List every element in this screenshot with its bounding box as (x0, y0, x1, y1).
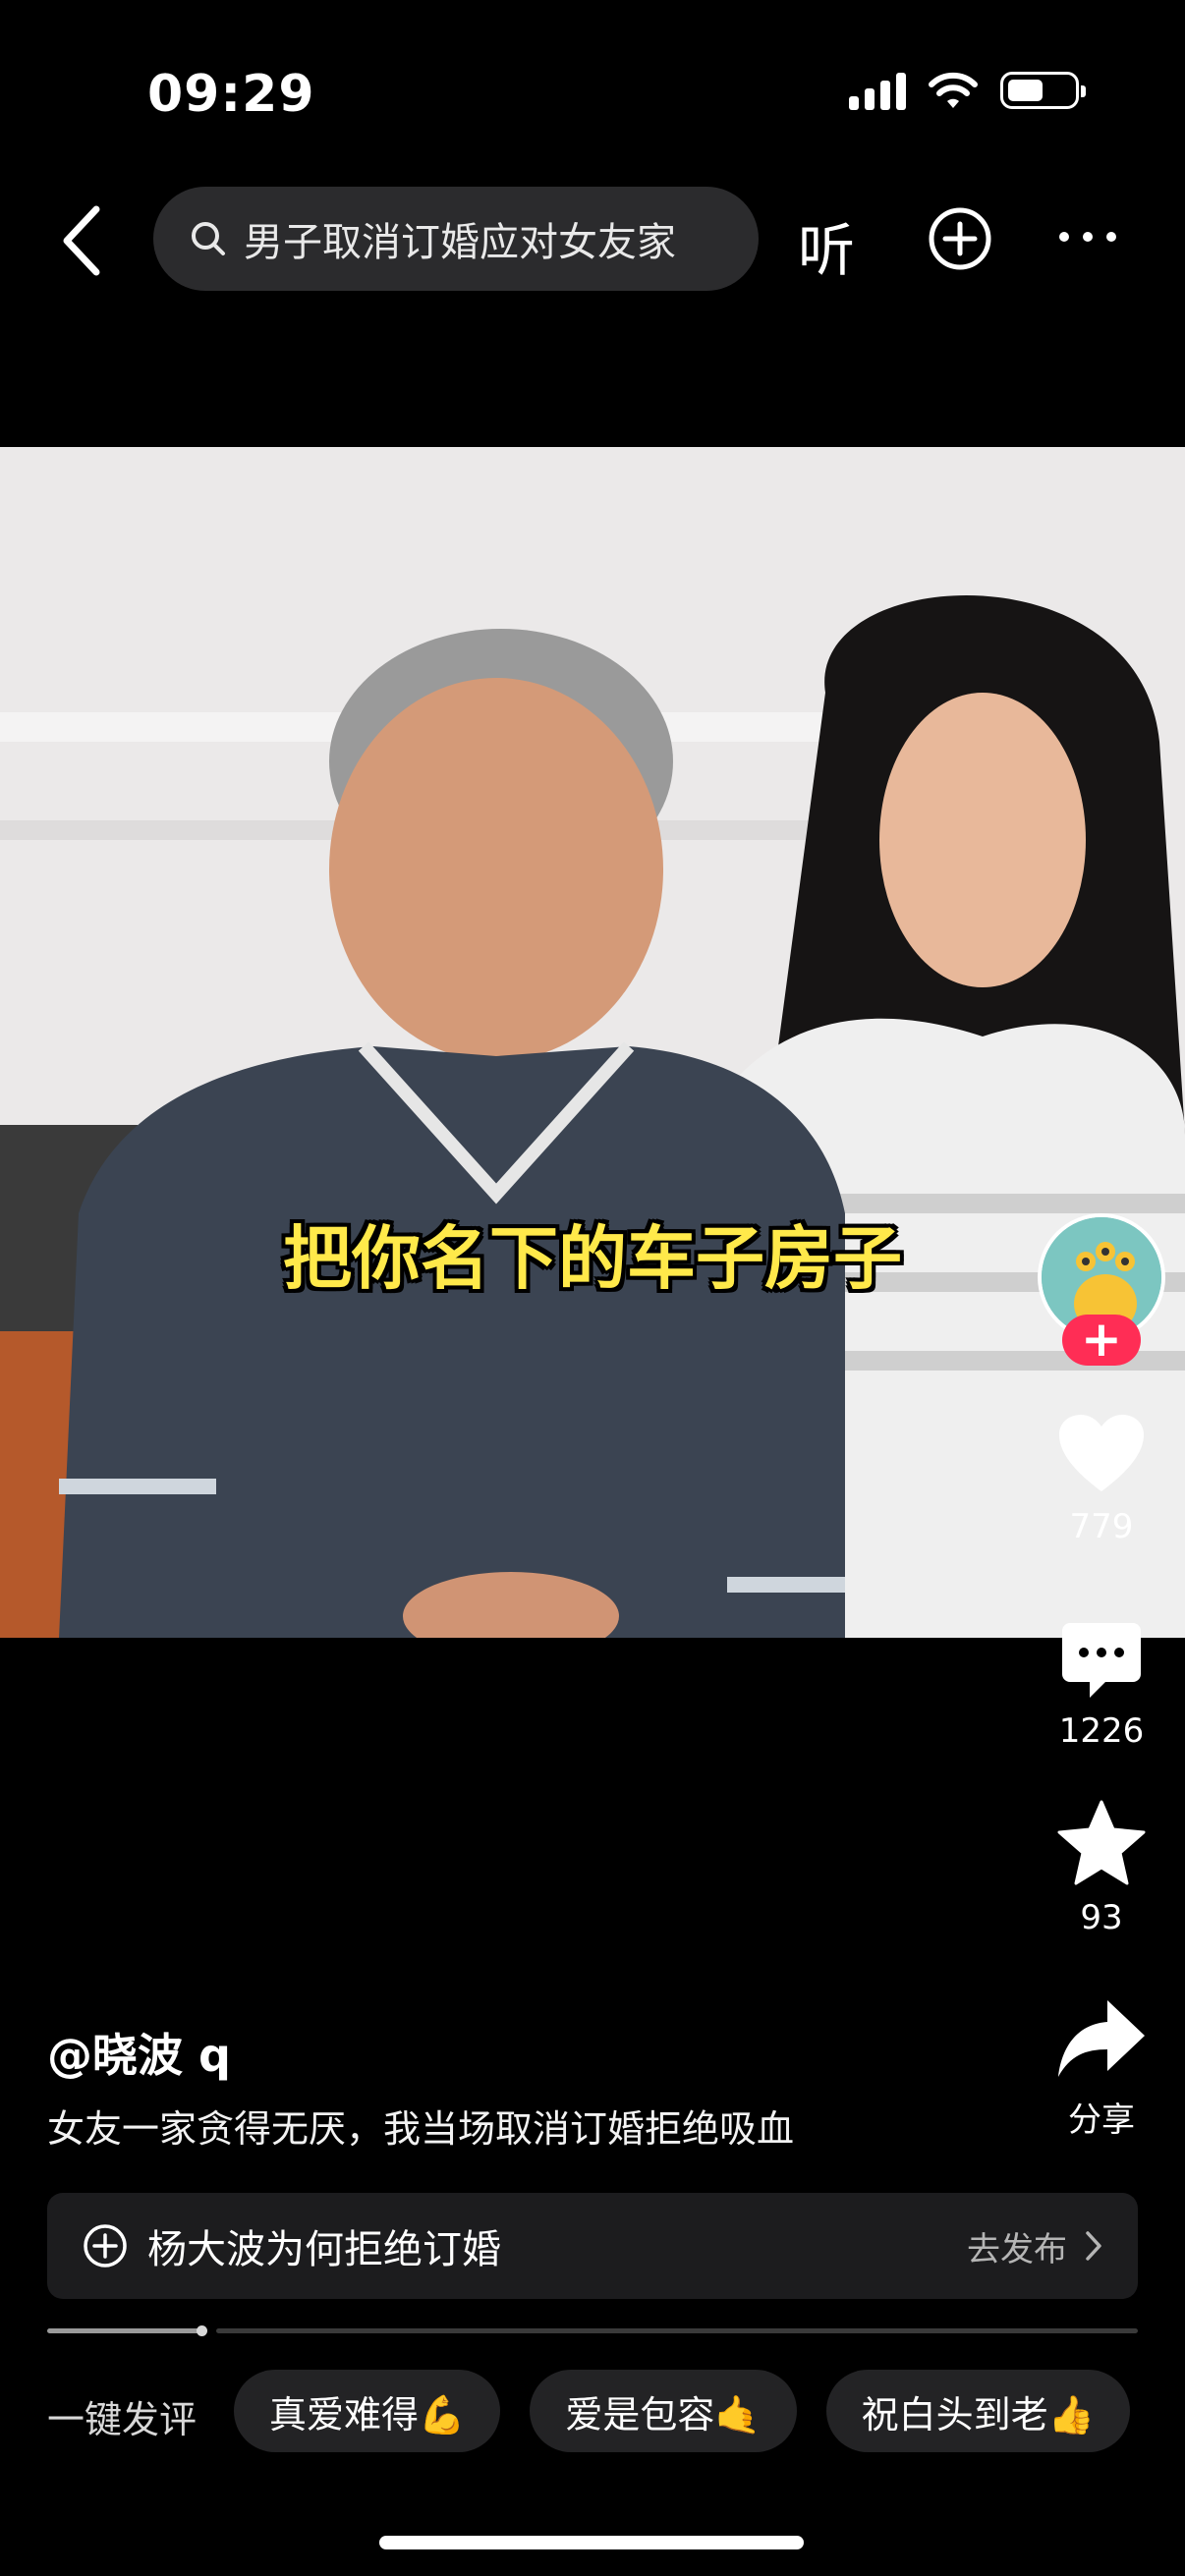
favorite-count: 93 (1080, 1898, 1123, 1937)
comment-action[interactable]: 1226 (1038, 1621, 1165, 1751)
publish-button[interactable]: 去发布 (967, 2222, 1102, 2270)
like-count: 779 (1069, 1507, 1134, 1546)
add-circle-icon[interactable] (928, 206, 992, 271)
quick-comment-chip[interactable]: 真爱难得💪 (234, 2370, 501, 2452)
chevron-right-icon (1086, 2231, 1101, 2261)
topic-title: 杨大波为何拒绝订婚 (147, 2227, 501, 2272)
video-caption[interactable]: 女友一家贪得无厌，我当场取消订婚拒绝吸血 (47, 2099, 794, 2153)
video-progress-bar[interactable] (47, 2325, 1138, 2336)
video-player[interactable]: 把你名下的车子房子 (0, 447, 1185, 1638)
quick-comment-chip[interactable]: 祝白头到老👍 (825, 2370, 1130, 2452)
video-frame (0, 447, 1185, 1638)
heart-icon (1059, 1415, 1144, 1491)
home-indicator[interactable] (379, 2536, 804, 2549)
author-name[interactable]: @晓波 q (47, 2020, 231, 2085)
quick-comment-chip[interactable]: 爱是包容🤙 (530, 2370, 797, 2452)
like-action[interactable]: 779 (1038, 1413, 1165, 1546)
add-circle-icon (84, 2224, 127, 2268)
comment-count: 1226 (1058, 1711, 1145, 1751)
share-arrow-icon (1058, 2000, 1145, 2077)
share-action[interactable]: 分享 (1038, 1996, 1165, 2141)
search-query: 男子取消订婚应对女友家 (244, 220, 676, 265)
search-bar[interactable]: 男子取消订婚应对女友家 (153, 187, 759, 291)
battery-icon (1000, 72, 1086, 109)
more-options-icon[interactable] (1059, 232, 1116, 242)
progress-knob[interactable] (197, 2325, 207, 2336)
search-icon (192, 222, 225, 255)
publish-label: 去发布 (967, 2229, 1067, 2269)
status-icons (849, 71, 1086, 110)
comment-icon (1062, 1623, 1141, 1698)
back-arrow-icon[interactable] (57, 201, 108, 280)
follow-button[interactable]: + (1062, 1315, 1141, 1366)
topic-bar[interactable]: 杨大波为何拒绝订婚 去发布 (47, 2193, 1138, 2299)
favorite-action[interactable]: 93 (1038, 1800, 1165, 1937)
cellular-signal-icon (849, 71, 906, 110)
status-time: 09:29 (147, 65, 315, 124)
video-subtitle: 把你名下的车子房子 (283, 1218, 902, 1299)
progress-played (47, 2328, 202, 2333)
listen-button[interactable]: 听 (798, 204, 855, 287)
quick-comment-chips: 真爱难得💪 爱是包容🤙 祝白头到老👍 (234, 2370, 1130, 2452)
share-label: 分享 (1068, 2100, 1135, 2140)
star-icon (1057, 1800, 1146, 1885)
progress-remaining (216, 2328, 1138, 2333)
wifi-icon (929, 72, 978, 108)
quick-comment-label: 一键发评 (47, 2398, 198, 2441)
